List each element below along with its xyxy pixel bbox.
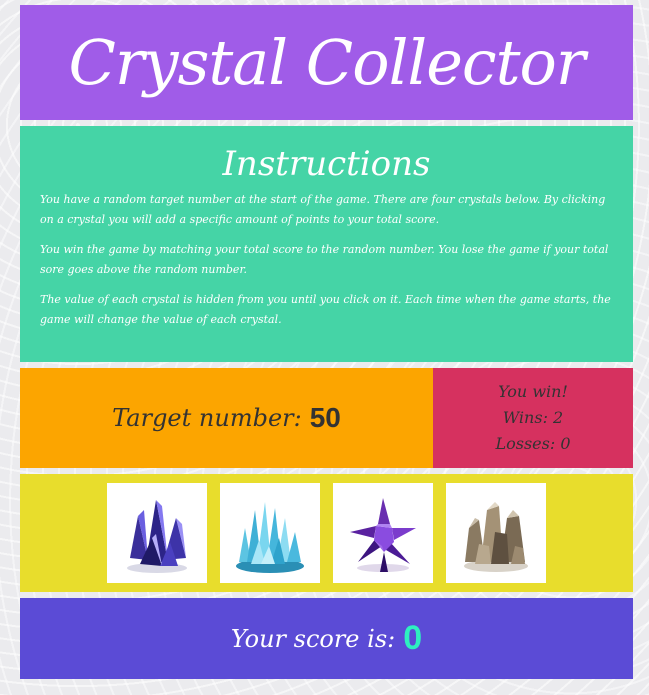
instructions-paragraph-2: You win the game by matching your total … [40, 243, 609, 276]
crystal-row [20, 474, 633, 592]
score-value: 0 [403, 619, 423, 657]
wins-count: Wins: 2 [502, 408, 564, 427]
game-container: Crystal Collector Instructions You have … [20, 5, 633, 685]
header-panel: Crystal Collector [20, 5, 633, 120]
losses-count: Losses: 0 [495, 434, 571, 453]
game-title: Crystal Collector [68, 26, 585, 99]
instructions-heading: Instructions [222, 144, 431, 184]
instructions-paragraph-3: The value of each crystal is hidden from… [40, 293, 611, 326]
instructions-paragraph-1: You have a random target number at the s… [40, 193, 606, 226]
smoky-quartz-crystal-icon [464, 502, 528, 572]
instructions-panel: Instructions You have a random target nu… [20, 126, 633, 362]
result-message: You win! [498, 382, 568, 401]
crystal-button-3[interactable] [333, 483, 433, 583]
crystal-button-1[interactable] [107, 483, 207, 583]
win-loss-box: You win! Wins: 2 Losses: 0 [433, 368, 633, 468]
purple-crystal-icon [350, 498, 416, 572]
target-number-box: Target number: 50 [20, 368, 433, 468]
target-number-value: 50 [309, 402, 341, 433]
blue-violet-crystal-icon [127, 500, 187, 573]
status-row: Target number: 50 You win! Wins: 2 Losse… [20, 368, 633, 468]
crystal-button-4[interactable] [446, 483, 546, 583]
crystal-button-2[interactable] [220, 483, 320, 583]
light-blue-crystal-icon [236, 502, 304, 573]
score-panel: Your score is: 0 [20, 598, 633, 679]
target-number-label: Target number: [112, 404, 302, 432]
score-label: Your score is: [230, 624, 396, 653]
